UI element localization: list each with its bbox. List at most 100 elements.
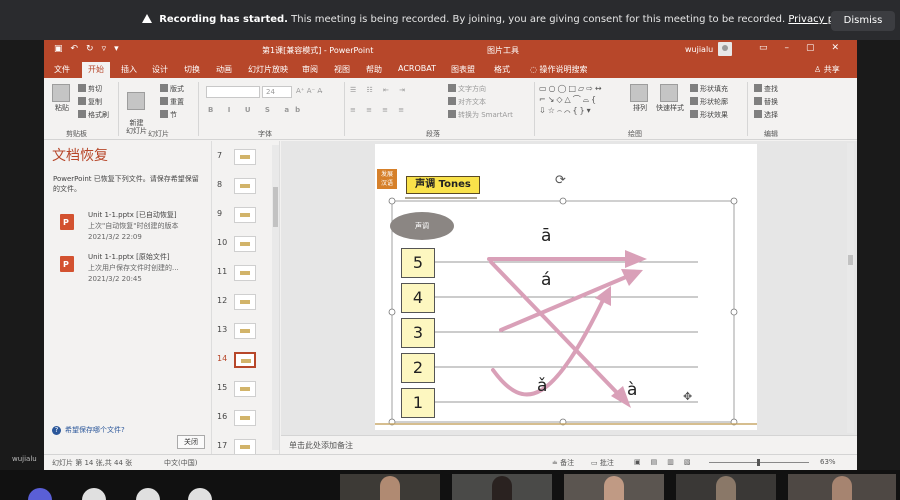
shape-outline-button[interactable]: 形状轮廓 xyxy=(690,97,728,107)
font-style-buttons[interactable]: B I U S ab xyxy=(208,106,306,114)
text-direction-button[interactable]: 文字方向 xyxy=(448,84,486,94)
first-tone-a[interactable]: ā xyxy=(541,226,551,246)
shape-fill-button[interactable]: 形状填充 xyxy=(690,84,728,94)
editor-scrollbar[interactable] xyxy=(847,143,854,433)
slide-thumbnail[interactable]: 15 xyxy=(212,377,280,403)
tab-format[interactable]: 格式 xyxy=(494,64,510,75)
tab-slideshow[interactable]: 幻灯片放映 xyxy=(248,64,288,75)
layout-button[interactable]: 版式 xyxy=(160,84,184,94)
avatar[interactable] xyxy=(188,488,212,500)
zoom-slider-thumb[interactable] xyxy=(757,459,760,466)
fourth-tone-a[interactable]: à xyxy=(627,380,637,400)
avatar[interactable] xyxy=(718,42,732,56)
recovered-file-item[interactable]: Unit 1-1.pptx [已自动恢复] 上次"自动恢复"时创建的版本 202… xyxy=(60,210,210,250)
quick-styles-button[interactable]: 快速样式 xyxy=(656,84,684,113)
shape-effects-button[interactable]: 形状效果 xyxy=(690,110,728,120)
format-painter-button[interactable]: 格式刷 xyxy=(78,110,109,120)
clipboard-group-label: 剪贴板 xyxy=(66,130,87,138)
window-controls[interactable]: ▭–▢✕ xyxy=(759,43,856,53)
participant-video[interactable] xyxy=(340,474,440,500)
slide-preview xyxy=(234,410,256,426)
slide-thumbnail[interactable]: 8 xyxy=(212,174,280,200)
slide-thumbnail[interactable]: 13 xyxy=(212,319,280,345)
cut-button[interactable]: 剪切 xyxy=(78,84,102,94)
tell-me-search[interactable]: ◌ 操作说明搜索 xyxy=(530,64,588,75)
thumbnails-scrollbar[interactable] xyxy=(272,145,279,450)
pitch-level-4[interactable]: 4 xyxy=(401,283,435,313)
which-file-help-link[interactable]: ? 希望保存哪个文件? xyxy=(52,425,125,435)
slide-counter: 幻灯片 第 14 张,共 44 张 xyxy=(52,459,133,467)
tab-review[interactable]: 审阅 xyxy=(302,64,318,75)
share-button[interactable]: ♙ 共享 xyxy=(814,64,840,75)
tab-acrobat[interactable]: ACROBAT xyxy=(398,64,436,73)
participant-face xyxy=(604,476,624,500)
tab-file[interactable]: 文件 xyxy=(54,64,70,75)
comments-toggle[interactable]: ▭ 批注 xyxy=(591,458,614,468)
user-name[interactable]: wujialu xyxy=(685,45,713,54)
list-buttons[interactable]: ☰ ☷ ⇤ ⇥ xyxy=(350,86,409,94)
slide-thumbnail[interactable]: 7 xyxy=(212,145,280,171)
paste-button[interactable]: 粘贴 xyxy=(52,84,72,113)
find-button[interactable]: 查找 xyxy=(754,84,778,94)
pitch-level-3[interactable]: 3 xyxy=(401,318,435,348)
recovered-file-item[interactable]: Unit 1-1.pptx [原始文件] 上次用户保存文件时创建的... 202… xyxy=(60,252,210,292)
window-title: 第1课[兼容模式] - PowerPoint xyxy=(262,46,374,55)
slide-thumbnail[interactable]: 10 xyxy=(212,232,280,258)
language-indicator[interactable]: 中文(中国) xyxy=(164,458,197,468)
copy-button[interactable]: 复制 xyxy=(78,97,102,107)
avatar[interactable] xyxy=(82,488,106,500)
section-button[interactable]: 节 xyxy=(160,110,177,120)
slide-thumbnail[interactable]: 11 xyxy=(212,261,280,287)
pitch-level-2[interactable]: 2 xyxy=(401,353,435,383)
slide-thumbnail[interactable]: 9 xyxy=(212,203,280,229)
avatar[interactable] xyxy=(136,488,160,500)
tab-animations[interactable]: 动画 xyxy=(216,64,232,75)
dismiss-button[interactable]: Dismiss xyxy=(831,11,895,31)
pitch-level-5[interactable]: 5 xyxy=(401,248,435,278)
zoom-slider[interactable] xyxy=(709,459,809,466)
tab-home[interactable]: 开始 xyxy=(82,62,110,78)
second-tone-a[interactable]: á xyxy=(541,270,551,290)
close-recovery-button[interactable]: 关闭 xyxy=(177,435,205,449)
slide-thumbnail[interactable]: 17 xyxy=(212,435,280,454)
font-size-box[interactable]: 24 xyxy=(262,86,292,98)
align-text-button[interactable]: 对齐文本 xyxy=(448,97,486,107)
participant-video[interactable] xyxy=(788,474,896,500)
notes-pane[interactable]: 单击此处添加备注 xyxy=(281,435,857,454)
tab-design[interactable]: 设计 xyxy=(152,64,168,75)
slide-thumbnail[interactable]: 12 xyxy=(212,290,280,316)
tab-insert[interactable]: 插入 xyxy=(121,64,137,75)
replace-button[interactable]: 替换 xyxy=(754,97,778,107)
slide-thumbnail-active[interactable]: 14 xyxy=(212,348,280,374)
tab-view[interactable]: 视图 xyxy=(334,64,350,75)
view-buttons[interactable]: ▣▤▥▧ xyxy=(634,458,700,466)
notes-toggle[interactable]: ≐ 备注 xyxy=(552,458,574,468)
tone-label-bubble[interactable]: 声调 xyxy=(390,212,454,240)
slide-thumbnail[interactable]: 16 xyxy=(212,406,280,432)
shapes-gallery[interactable]: ▭○◯□▱⇨↔ ⌐↘◇△⌒⌓{⇩☆⌢⌒{}▾ xyxy=(539,83,629,127)
reset-button[interactable]: 重置 xyxy=(160,97,184,107)
scrollbar-thumb[interactable] xyxy=(273,187,278,227)
smartart-button[interactable]: 转换为 SmartArt xyxy=(448,110,513,120)
select-button[interactable]: 选择 xyxy=(754,110,778,120)
slide-canvas[interactable]: 发展 汉语 声调 Tones ⟳ 声调 5 4 3 2 1 ā á ǎ à ✥ xyxy=(375,144,757,430)
avatar[interactable] xyxy=(28,488,52,500)
participant-video[interactable] xyxy=(452,474,552,500)
font-grow-shrink[interactable]: A⁺ A⁻ A̶ xyxy=(296,87,322,95)
arrange-button[interactable]: 排列 xyxy=(630,84,650,113)
pitch-level-1[interactable]: 1 xyxy=(401,388,435,418)
recovered-file-name: Unit 1-1.pptx [原始文件] xyxy=(88,253,170,261)
comment-icon: ▭ xyxy=(591,459,600,467)
scrollbar-thumb[interactable] xyxy=(848,255,853,265)
quick-access-toolbar[interactable]: ▣↶↻▿▾ xyxy=(54,44,127,54)
font-name-box[interactable] xyxy=(206,86,260,98)
tab-help[interactable]: 帮助 xyxy=(366,64,382,75)
third-tone-a[interactable]: ǎ xyxy=(537,376,547,396)
tab-chart[interactable]: 图表盟 xyxy=(451,64,475,75)
alignment-buttons[interactable]: ≡ ≡ ≡ ≡ xyxy=(350,106,408,114)
participant-video[interactable] xyxy=(676,474,776,500)
tab-transitions[interactable]: 切换 xyxy=(184,64,200,75)
participant-video[interactable] xyxy=(564,474,664,500)
zoom-level[interactable]: 63% xyxy=(820,458,836,466)
new-slide-button[interactable]: 新建 幻灯片 xyxy=(126,84,147,135)
